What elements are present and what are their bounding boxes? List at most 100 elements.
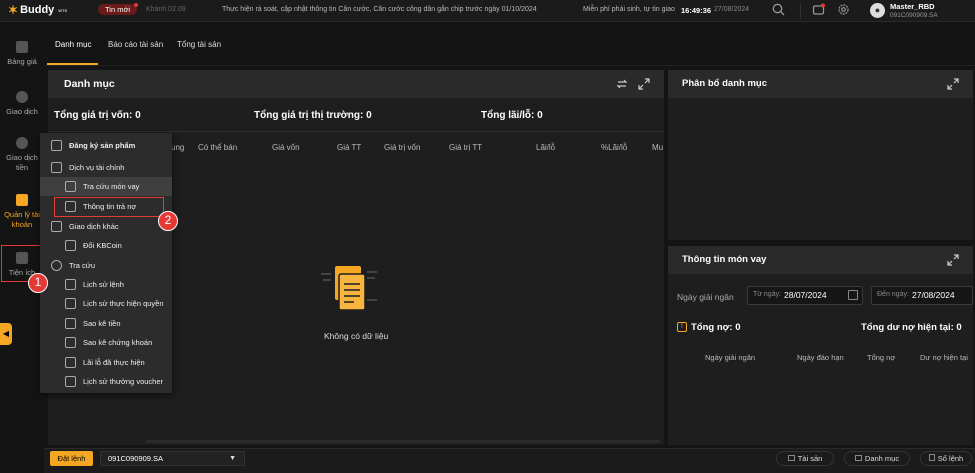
column-header: Giá vốn bbox=[272, 143, 300, 152]
utilities-dropdown-menu: Đăng ký sản phẩm Dịch vụ tài chính Tra c… bbox=[40, 133, 172, 393]
column-header: Giá trị vốn bbox=[384, 143, 421, 152]
from-date-label: Từ ngày: bbox=[753, 291, 782, 298]
notification-icon[interactable] bbox=[810, 3, 826, 19]
column-header: Tổng nợ bbox=[867, 353, 896, 362]
clock: 16:49:36 bbox=[681, 6, 712, 15]
collapse-sidebar-button[interactable]: ◀ bbox=[0, 323, 12, 345]
column-header: Ngày đáo hạn bbox=[797, 353, 844, 362]
step-badge-1: 1 bbox=[28, 273, 48, 293]
menu-item-rights-history[interactable]: Lịch sử thực hiện quyền bbox=[40, 294, 172, 313]
menu-item-cash-statement[interactable]: Sao kê tiền bbox=[40, 314, 172, 333]
to-date-input[interactable]: Đến ngày: 27/08/2024 bbox=[871, 286, 973, 305]
column-header: Dư nợ hiện tại bbox=[920, 353, 968, 362]
cash-statement-icon bbox=[65, 318, 76, 329]
user-avatar[interactable]: ● bbox=[870, 3, 885, 18]
top-bar: ✶ Buddy WTS Tin mới Khánh 02.09 Thực hiện… bbox=[0, 0, 975, 22]
utilities-icon bbox=[16, 252, 28, 264]
news-dot-icon bbox=[134, 3, 139, 7]
tab-asset-report[interactable]: Báo cáo tài sản bbox=[108, 40, 163, 49]
column-header: Có thể bán bbox=[198, 143, 238, 152]
from-date-input[interactable]: Từ ngày: 28/07/2024 bbox=[747, 286, 863, 305]
news-badge[interactable]: Tin mới bbox=[98, 3, 139, 15]
sidebar-item-price-board[interactable]: Bảng giá bbox=[0, 41, 44, 66]
tab-portfolio[interactable]: Danh mục bbox=[55, 40, 91, 49]
loan-panel bbox=[668, 246, 973, 445]
from-date-value: 28/07/2024 bbox=[784, 290, 827, 300]
app-logo[interactable]: ✶ Buddy WTS bbox=[8, 3, 67, 17]
expand-icon[interactable] bbox=[638, 78, 650, 90]
tab-total-assets[interactable]: Tổng tài sản bbox=[177, 40, 221, 49]
portfolio-title: Danh mục bbox=[64, 78, 115, 90]
realized-pl-icon bbox=[65, 357, 76, 368]
kbcoin-icon bbox=[65, 240, 76, 251]
empty-document-icon bbox=[321, 260, 377, 318]
news-ticker-item[interactable]: Miễn phí phái sinh, tự tin giao bbox=[583, 6, 675, 13]
search-icon[interactable] bbox=[770, 3, 786, 19]
account-select[interactable]: 091C090909.SA ▼ bbox=[100, 451, 245, 466]
divider bbox=[48, 131, 664, 132]
column-header: Lãi/lỗ bbox=[536, 143, 556, 152]
rights-history-icon bbox=[65, 298, 76, 309]
warning-icon: ! bbox=[677, 322, 687, 332]
user-account-id: 091C090909.SA bbox=[890, 12, 938, 19]
empty-state-text: Không có dữ liệu bbox=[324, 331, 389, 341]
menu-item-exchange-kbcoin[interactable]: Đổi KBCoin bbox=[40, 236, 172, 255]
column-header: Mu bbox=[652, 143, 664, 152]
to-date-value: 27/08/2024 bbox=[912, 290, 955, 300]
disbursement-date-label: Ngày giải ngân bbox=[677, 292, 734, 302]
column-header: Giá trị TT bbox=[449, 143, 483, 152]
active-tab-indicator bbox=[47, 63, 98, 65]
order-history-icon bbox=[65, 279, 76, 290]
price-board-icon bbox=[16, 41, 28, 53]
column-header: Giá TT bbox=[337, 143, 362, 152]
menu-section-financial-services[interactable]: Dịch vụ tài chính bbox=[40, 158, 172, 177]
voucher-history-icon bbox=[65, 376, 76, 387]
menu-item-realized-pl[interactable]: Lãi lỗ đã thực hiện bbox=[40, 353, 172, 372]
swap-icon[interactable] bbox=[616, 78, 628, 90]
financial-services-icon bbox=[51, 162, 62, 173]
current-date: 27/08/2024 bbox=[714, 6, 750, 13]
news-ticker-item[interactable]: Khánh 02.09 bbox=[146, 6, 186, 13]
step-badge-2: 2 bbox=[158, 211, 178, 231]
column-header: Ngày giải ngân bbox=[705, 353, 756, 362]
horizontal-scrollbar[interactable] bbox=[146, 440, 661, 443]
sidebar-item-account-management[interactable]: Quản lý tài khoản bbox=[0, 194, 44, 230]
user-name[interactable]: Master_RBD bbox=[890, 2, 935, 11]
assets-icon bbox=[787, 455, 795, 461]
calendar-icon[interactable] bbox=[848, 290, 858, 300]
loan-lookup-icon bbox=[65, 181, 76, 192]
lookup-icon bbox=[51, 260, 62, 271]
menu-item-product-registration[interactable]: Đăng ký sản phẩm bbox=[40, 136, 172, 155]
total-market-value: Tổng giá trị thị trường: 0 bbox=[254, 110, 372, 121]
repayment-info-highlight bbox=[54, 197, 164, 217]
chevron-down-icon: ▼ bbox=[229, 455, 236, 462]
cash-transaction-icon bbox=[16, 137, 28, 149]
to-date-label: Đến ngày: bbox=[877, 291, 909, 298]
menu-section-other-transactions[interactable]: Giao dịch khác bbox=[40, 217, 172, 236]
expand-icon[interactable] bbox=[947, 254, 959, 266]
menu-section-lookup[interactable]: Tra cứu bbox=[40, 256, 172, 275]
sidebar-item-cash-transaction[interactable]: Giao dịch tiền bbox=[0, 137, 44, 173]
column-header: ung bbox=[171, 143, 185, 152]
portfolio-button[interactable]: Danh mục bbox=[844, 451, 910, 466]
menu-item-order-history[interactable]: Lịch sử lệnh bbox=[40, 275, 172, 294]
gear-icon[interactable] bbox=[835, 3, 851, 19]
sidebar-item-trading[interactable]: Giao dịch bbox=[0, 91, 44, 116]
menu-item-voucher-history[interactable]: Lịch sử thưởng voucher bbox=[40, 372, 172, 391]
total-profit-loss: Tổng lãi/lỗ: 0 bbox=[481, 110, 543, 121]
column-header: %Lãi/lỗ bbox=[601, 143, 628, 152]
trading-icon bbox=[16, 91, 28, 103]
news-ticker-item[interactable]: Thực hiện rà soát, cập nhật thông tin Că… bbox=[222, 6, 537, 13]
assets-button[interactable]: Tài sản bbox=[776, 451, 834, 466]
menu-item-securities-statement[interactable]: Sao kê chứng khoán bbox=[40, 333, 172, 352]
portfolio-panel-header bbox=[48, 70, 664, 98]
expand-icon[interactable] bbox=[947, 78, 959, 90]
total-outstanding-debt: Tổng dư nợ hiện tại: 0 bbox=[861, 322, 962, 333]
place-order-button[interactable]: Đặt lệnh bbox=[50, 451, 93, 466]
registration-icon bbox=[51, 140, 62, 151]
orderbook-icon bbox=[928, 454, 935, 461]
allocation-title: Phân bổ danh mục bbox=[682, 78, 767, 89]
menu-item-loan-lookup[interactable]: Tra cứu món vay bbox=[40, 177, 172, 196]
total-debt: Tổng nợ: 0 bbox=[691, 322, 741, 333]
orderbook-button[interactable]: Sổ lệnh bbox=[920, 451, 972, 466]
